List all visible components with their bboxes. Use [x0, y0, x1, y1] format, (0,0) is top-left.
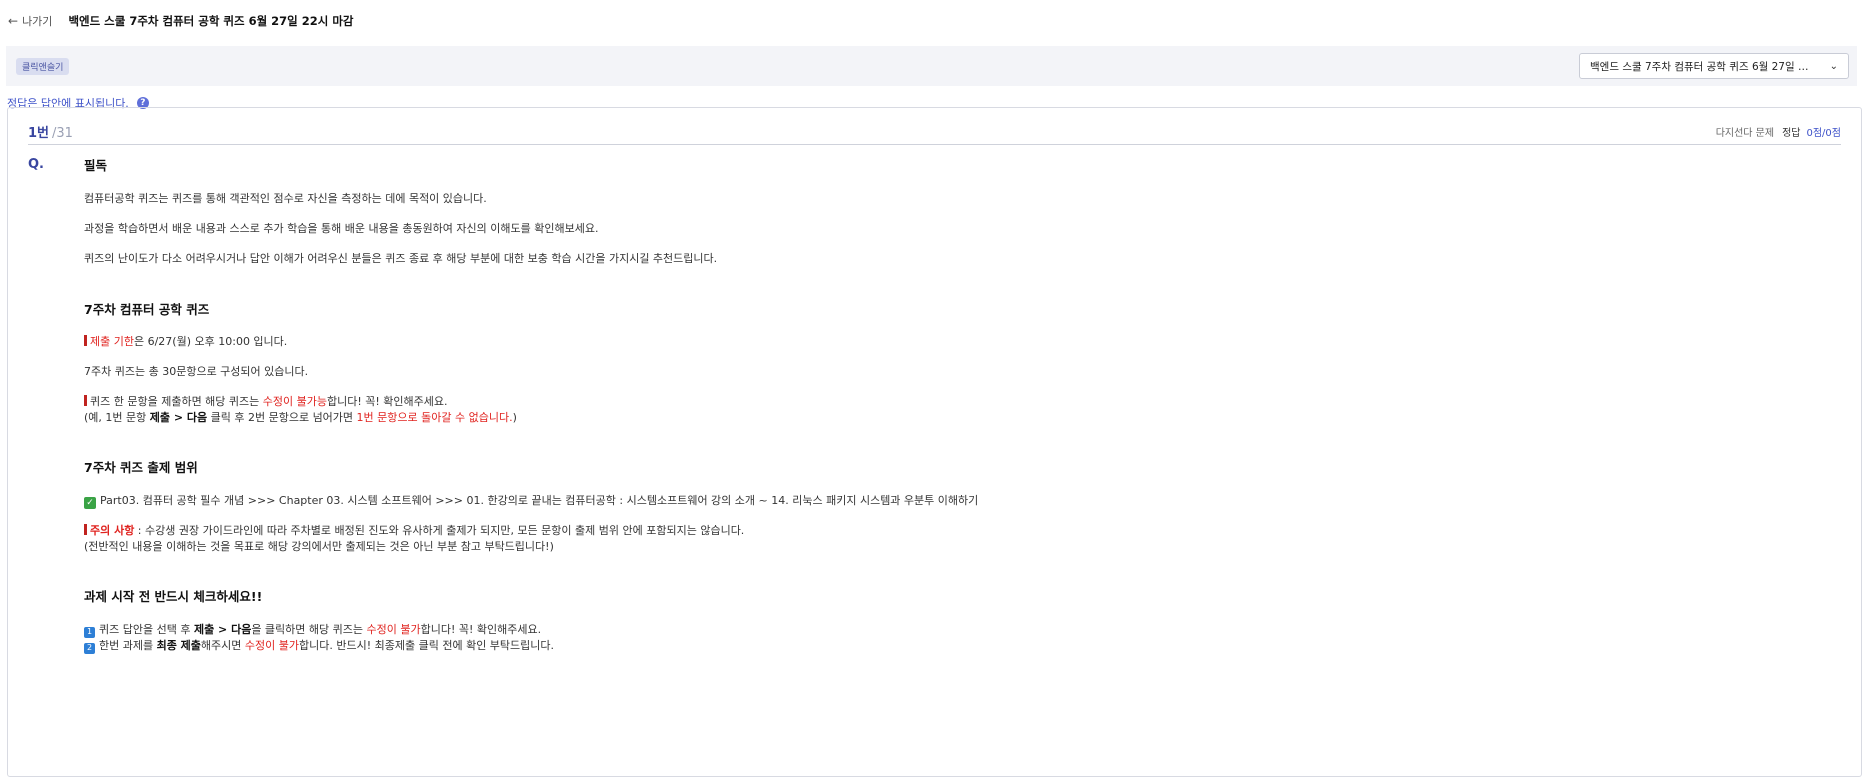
caution-line: 주의 사항 : 수강생 권장 가이드라인에 따라 주차별로 배정된 진도와 유사…	[84, 523, 1784, 539]
question-number: 1번	[28, 125, 50, 141]
question-type: 다지선다 문제	[1715, 127, 1775, 139]
red-bar-icon	[84, 335, 87, 346]
answer-label: 정답	[1782, 127, 1801, 139]
ex-text-a: (예, 1번 문항	[84, 411, 150, 424]
back-label: 나가기	[22, 15, 53, 28]
intro-line-1: 컴퓨터공학 퀴즈는 퀴즈를 통해 객관적인 점수로 자신을 측정하는 데에 목적…	[84, 192, 487, 205]
quiz-select-value: 백엔드 스쿨 7주차 컴퓨터 공학 퀴즈 6월 27일 22시 마감	[1590, 60, 1815, 73]
intro-line-3: 퀴즈의 난이도가 다소 어려우시거나 답안 이해가 어려우신 분들은 퀴즈 종료…	[84, 252, 718, 265]
score: 0점/0점	[1806, 127, 1842, 139]
page-title: 백엔드 스쿨 7주차 컴퓨터 공학 퀴즈 6월 27일 22시 마감	[68, 14, 354, 28]
user-chip: 클릭앤슬기	[16, 57, 70, 75]
section-title-check: 과제 시작 전 반드시 체크하세요!!	[84, 589, 263, 604]
question-meta: 다지선다 문제 정답 0점/0점	[1716, 124, 1841, 139]
back-button[interactable]: ← 나가기	[8, 13, 52, 29]
ex-text-b: 클릭 후 2번 문항으로 넘어가면	[207, 411, 357, 424]
deadline-text: 은 6/27(월) 오후 10:00 입니다.	[133, 335, 288, 348]
red-bar-icon	[84, 395, 87, 406]
c1-text-b: 을 클릭하면 해당 퀴즈는	[251, 623, 367, 636]
c1-text-a: 퀴즈 답안을 선택 후	[99, 623, 194, 636]
caution-text: : 수강생 권장 가이드라인에 따라 주차별로 배정된 진도와 유사하게 출제가…	[134, 524, 745, 537]
ex-text-c: )	[512, 411, 517, 424]
warn-text-b: 합니다! 꼭! 확인해주세요.	[327, 395, 448, 408]
count-line: 7주차 퀴즈는 총 30문항으로 구성되어 있습니다.	[84, 365, 309, 378]
filter-bar: 클릭앤슬기 백엔드 스쿨 7주차 컴퓨터 공학 퀴즈 6월 27일 22시 마감…	[6, 46, 1857, 86]
example-line: (예, 1번 문항 제출 > 다음 클릭 후 2번 문항으로 넘어가면 1번 문…	[84, 410, 1784, 426]
question-total: /31	[52, 125, 73, 141]
c2-text-a: 한번 과제를	[99, 639, 157, 652]
number-1-icon: 1	[84, 626, 95, 638]
warn-line: 퀴즈 한 문항을 제출하면 해당 퀴즈는 수정이 불가능합니다! 꼭! 확인해주…	[84, 394, 1784, 410]
question-content: 필독 컴퓨터공학 퀴즈는 퀴즈를 통해 객관적인 점수로 자신을 측정하는 데에…	[84, 155, 1784, 654]
top-bar: ← 나가기 백엔드 스쿨 7주차 컴퓨터 공학 퀴즈 6월 27일 22시 마감	[0, 0, 1863, 42]
c2-text-bold: 최종 제출	[156, 639, 201, 652]
warn-text-red: 수정이 불가능	[262, 395, 327, 408]
range-text: Part03. 컴퓨터 공학 필수 개념 >>> Chapter 03. 시스템…	[100, 494, 979, 507]
number-2-icon: 2	[84, 642, 95, 654]
c1-text-red: 수정이 불가	[366, 623, 421, 636]
ex-text-bold: 제출 > 다음	[149, 411, 208, 424]
warn-text-a: 퀴즈 한 문항을 제출하면 해당 퀴즈는	[90, 395, 263, 408]
q-label: Q.	[28, 157, 44, 172]
arrow-left-icon: ←	[8, 14, 19, 28]
checkmark-icon: ✓	[84, 497, 96, 509]
ex-text-red: 1번 문항으로 돌아갈 수 없습니다.	[356, 411, 513, 424]
intro-line-2: 과정을 학습하면서 배운 내용과 스스로 추가 학습을 통해 배운 내용을 총동…	[84, 222, 599, 235]
deadline-label: 제출 기한	[90, 335, 134, 348]
question-header: 1번/31 다지선다 문제 정답 0점/0점	[28, 120, 1841, 145]
check-line-2: 2 한번 과제를 최종 제출해주시면 수정이 불가합니다. 반드시! 최종제출 클…	[84, 638, 1784, 654]
red-bar-icon	[84, 524, 87, 535]
c2-text-c: 합니다. 반드시! 최종제출 클릭 전에 확인 부탁드립니다.	[299, 639, 555, 652]
section-title-quiz: 7주차 컴퓨터 공학 퀴즈	[84, 302, 210, 317]
section-title-range: 7주차 퀴즈 출제 범위	[84, 460, 198, 475]
c2-text-b: 해주시면	[200, 639, 245, 652]
question-card: 1번/31 다지선다 문제 정답 0점/0점 Q. 필독 컴퓨터공학 퀴즈는 퀴…	[7, 107, 1862, 777]
caution-note: (전반적인 내용을 이해하는 것을 목표로 해당 강의에서만 출제되는 것은 아…	[84, 540, 554, 553]
c1-text-c: 합니다! 꼭! 확인해주세요.	[420, 623, 542, 636]
check-line-1: 1 퀴즈 답안을 선택 후 제출 > 다음을 클릭하면 해당 퀴즈는 수정이 불가…	[84, 622, 1784, 638]
c1-text-bold: 제출 > 다음	[193, 623, 252, 636]
range-line: ✓ Part03. 컴퓨터 공학 필수 개념 >>> Chapter 03. 시스…	[84, 493, 1784, 509]
chevron-down-icon: ⌄	[1829, 60, 1838, 72]
quiz-select[interactable]: 백엔드 스쿨 7주차 컴퓨터 공학 퀴즈 6월 27일 22시 마감 ⌄	[1579, 53, 1849, 79]
deadline-line: 제출 기한은 6/27(월) 오후 10:00 입니다.	[84, 334, 1784, 350]
caution-label: 주의 사항	[90, 524, 135, 537]
notice-title: 필독	[84, 158, 108, 173]
c2-text-red: 수정이 불가	[244, 639, 299, 652]
